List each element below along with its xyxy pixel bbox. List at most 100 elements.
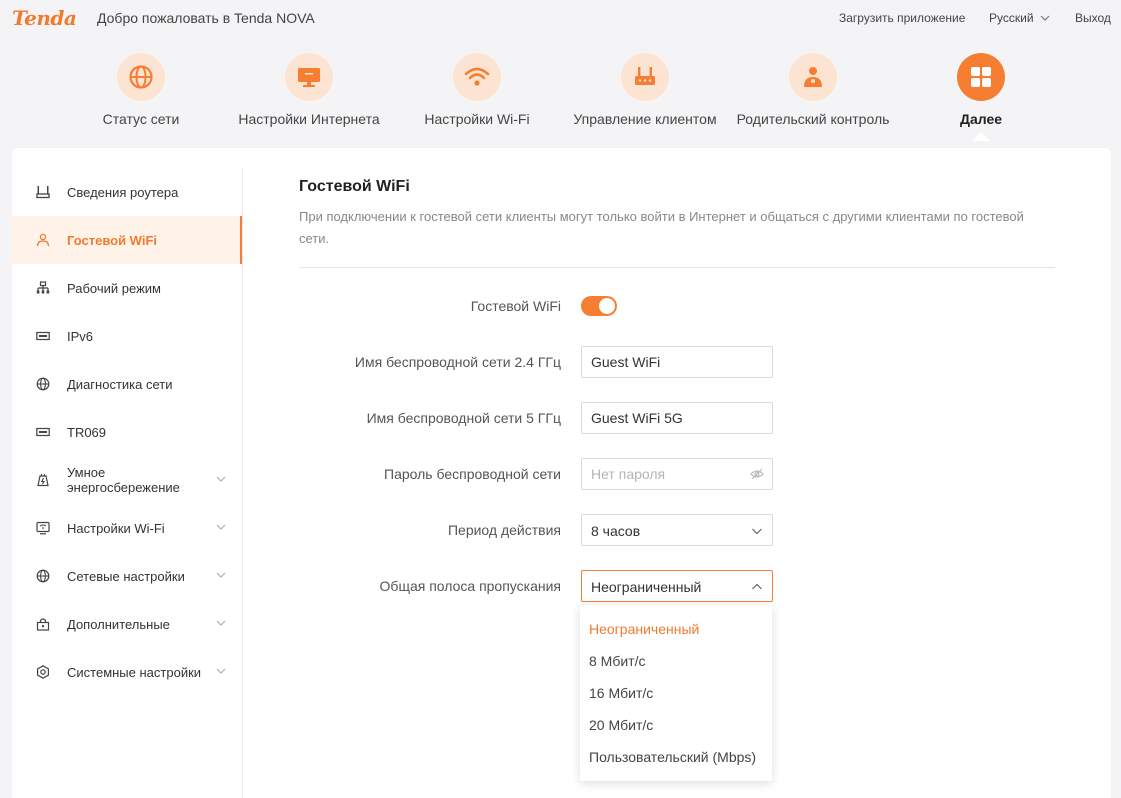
logout-link[interactable]: Выход: [1075, 11, 1111, 25]
eye-hidden-icon[interactable]: [750, 467, 764, 481]
grid-icon: [971, 67, 991, 87]
ssid24-input[interactable]: [581, 346, 773, 378]
bandwidth-option[interactable]: 20 Мбит/с: [580, 709, 772, 741]
row-guest-wifi: Гостевой WiFi: [299, 290, 1059, 322]
router-info-icon: [36, 185, 50, 199]
sidebar-item-ipv6[interactable]: IPv6: [12, 312, 242, 360]
nav-label: Управление клиентом: [573, 111, 717, 127]
sidebar-item-wifi-settings[interactable]: Настройки Wi-Fi: [12, 504, 242, 552]
ssid5-input[interactable]: [581, 402, 773, 434]
nav-parental-control[interactable]: Родительский контроль: [736, 50, 890, 127]
nav-icon-circle: [621, 53, 669, 101]
sidebar: Сведения роутера Гостевой WiFi Рабочий р…: [12, 168, 242, 696]
sidebar-item-router-info[interactable]: Сведения роутера: [12, 168, 242, 216]
main-card: Сведения роутера Гостевой WiFi Рабочий р…: [12, 148, 1111, 798]
wifi-icon: [464, 67, 490, 86]
sidebar-item-label: TR069: [67, 424, 107, 440]
sidebar-item-work-mode[interactable]: Рабочий режим: [12, 264, 242, 312]
ssid5-label: Имя беспроводной сети 5 ГГц: [366, 410, 561, 426]
chevron-down-icon: [216, 572, 226, 578]
bandwidth-option[interactable]: 16 Мбит/с: [580, 677, 772, 709]
top-header: Tenda Добро пожаловать в Tenda NOVA Загр…: [0, 0, 1121, 36]
download-app-link[interactable]: Загрузить приложение: [839, 11, 965, 25]
chevron-down-icon: [216, 476, 226, 482]
hierarchy-icon: [36, 281, 50, 295]
gear-icon: [36, 665, 50, 679]
sidebar-item-diagnostics[interactable]: Диагностика сети: [12, 360, 242, 408]
nav-label: Далее: [959, 111, 1003, 127]
welcome-text: Добро пожаловать в Tenda NOVA: [97, 10, 315, 26]
main-nav: Статус сети Настройки Интернета Настройк…: [0, 50, 1121, 140]
nav-active-pointer: [972, 132, 990, 141]
chevron-down-icon: [1040, 15, 1049, 21]
globe-icon: [129, 65, 153, 89]
tenda-logo[interactable]: Tenda: [12, 6, 77, 30]
lock-icon: [36, 617, 50, 631]
nav-internet-settings[interactable]: Настройки Интернета: [238, 50, 380, 127]
period-value: 8 часов: [591, 523, 641, 539]
nav-label: Настройки Интернета: [238, 111, 380, 127]
row-bandwidth: Общая полоса пропускания Неограниченный: [299, 570, 1059, 602]
language-select[interactable]: Русский: [989, 11, 1050, 25]
bandwidth-dropdown: Неограниченный 8 Мбит/с 16 Мбит/с 20 Мби…: [580, 605, 772, 781]
ipv6-icon: [36, 329, 50, 343]
bandwidth-option[interactable]: Пользовательский (Mbps): [580, 741, 772, 773]
sidebar-item-label: Рабочий режим: [67, 280, 161, 296]
network-globe-icon: [36, 569, 50, 583]
sidebar-item-label: Сведения роутера: [67, 184, 179, 200]
bandwidth-option[interactable]: 8 Мбит/с: [580, 645, 772, 677]
sidebar-item-label: Дополнительные: [67, 616, 170, 632]
password-label: Пароль беспроводной сети: [384, 466, 561, 482]
bandwidth-select[interactable]: Неограниченный: [581, 570, 773, 602]
chevron-down-icon: [216, 524, 226, 530]
row-password: Пароль беспроводной сети: [299, 458, 1059, 490]
wifi-settings-icon: [36, 521, 50, 535]
period-label: Период действия: [447, 522, 561, 538]
globe-icon: [36, 377, 50, 391]
sidebar-item-label: Системные настройки: [67, 664, 202, 680]
tr069-icon: [36, 425, 50, 439]
toggle-knob: [599, 298, 615, 314]
nav-label: Родительский контроль: [736, 111, 890, 127]
sidebar-item-label: Диагностика сети: [67, 376, 173, 392]
sidebar-item-system-settings[interactable]: Системные настройки: [12, 648, 242, 696]
sidebar-item-guest-wifi[interactable]: Гостевой WiFi: [12, 216, 242, 264]
nav-icon-circle: [117, 53, 165, 101]
chevron-down-icon: [216, 620, 226, 626]
password-input[interactable]: [581, 458, 773, 490]
energy-icon: [36, 473, 50, 487]
nav-more[interactable]: Далее: [951, 50, 1011, 127]
page-description: При подключении к гостевой сети клиенты …: [299, 209, 1024, 246]
nav-wifi-settings[interactable]: Настройки Wi-Fi: [424, 50, 530, 127]
router-icon: [635, 67, 655, 85]
sidebar-item-label: IPv6: [67, 328, 94, 344]
sidebar-item-label: Сетевые настройки: [67, 568, 185, 584]
sidebar-item-advanced[interactable]: Дополнительные: [12, 600, 242, 648]
row-ssid-24: Имя беспроводной сети 2.4 ГГц: [299, 346, 1059, 378]
bandwidth-option[interactable]: Неограниченный: [580, 613, 772, 645]
nav-icon-circle: [285, 53, 333, 101]
nav-client-management[interactable]: Управление клиентом: [573, 50, 717, 127]
nav-icon-circle: [453, 53, 501, 101]
period-select[interactable]: 8 часов: [581, 514, 773, 546]
nav-network-status[interactable]: Статус сети: [101, 50, 181, 127]
sidebar-item-label: Гостевой WiFi: [67, 232, 158, 248]
row-period: Период действия 8 часов: [299, 514, 1059, 546]
divider: [299, 267, 1055, 268]
sidebar-item-network-settings[interactable]: Сетевые настройки: [12, 552, 242, 600]
sidebar-item-tr069[interactable]: TR069: [12, 408, 242, 456]
content-area: Гостевой WiFi При подключении к гостевой…: [299, 178, 1059, 268]
sidebar-divider: [242, 168, 243, 798]
guest-icon: [36, 233, 50, 247]
page-title: Гостевой WiFi: [299, 178, 410, 195]
sidebar-item-label: Настройки Wi-Fi: [67, 520, 165, 536]
sidebar-item-label-line2: энергосбережение: [67, 480, 180, 495]
chevron-up-icon: [752, 583, 762, 590]
language-label: Русский: [989, 11, 1034, 25]
monitor-icon: [298, 68, 320, 87]
sidebar-item-energy-saving[interactable]: Умное энергосбережение: [12, 456, 242, 504]
sidebar-item-label: Умное энергосбережение: [67, 465, 180, 495]
guest-wifi-toggle[interactable]: [581, 296, 617, 316]
nav-icon-circle: [789, 53, 837, 101]
bandwidth-value: Неограниченный: [591, 579, 702, 595]
